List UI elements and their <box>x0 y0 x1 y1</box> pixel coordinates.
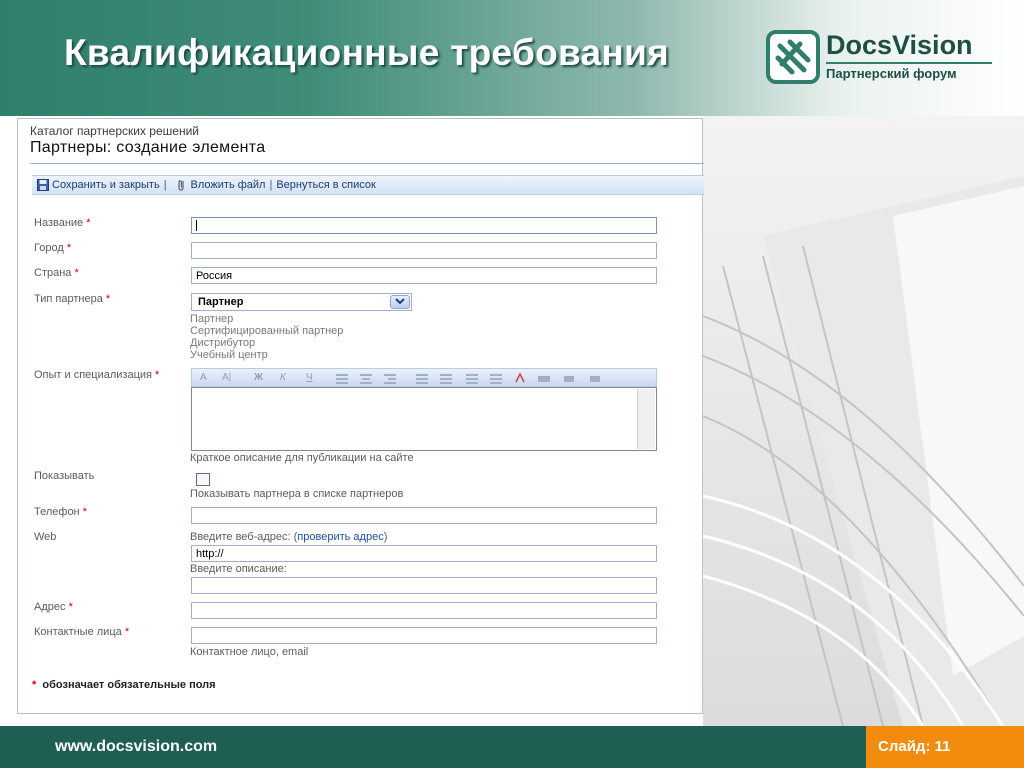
partner-type-label: Тип партнера * <box>34 293 110 305</box>
show-label: Показывать <box>34 470 95 482</box>
contacts-label-text: Контактные лица <box>34 626 122 638</box>
partner-type-option: Дистрибутор <box>190 337 256 349</box>
name-label-text: Название <box>34 217 84 229</box>
form-toolbar: Сохранить и закрыть | Вложить файл | Вер… <box>32 175 704 195</box>
page-title: Партнеры: создание элемента <box>30 139 266 156</box>
web-description-input[interactable] <box>191 577 657 594</box>
required-asterisk: * <box>82 506 87 518</box>
rich-text-toolbar: A A| Ж К Ч <box>191 368 657 387</box>
partner-type-select[interactable]: Партнер <box>191 293 412 311</box>
footer-url[interactable]: www.docsvision.com <box>55 738 217 756</box>
show-hint: Показывать партнера в списке партнеров <box>190 488 404 500</box>
required-asterisk: * <box>86 217 91 229</box>
bold-icon[interactable]: Ж <box>254 372 263 383</box>
web-hint-suffix: ) <box>383 531 388 543</box>
docsvision-logo-icon <box>766 30 820 84</box>
check-address-link[interactable]: проверить адрес <box>297 531 383 543</box>
name-label: Название * <box>34 217 91 229</box>
required-asterisk: * <box>32 679 37 691</box>
breadcrumb[interactable]: Каталог партнерских решений <box>30 124 199 138</box>
slide-number: Слайд: 11 <box>866 726 1024 768</box>
back-to-list-button[interactable]: Вернуться в список <box>276 179 375 191</box>
contacts-input[interactable] <box>191 627 657 644</box>
font-icon[interactable]: A <box>200 372 207 383</box>
textarea-scrollbar[interactable] <box>637 389 655 449</box>
address-label-text: Адрес <box>34 601 66 613</box>
screenshot-panel: Каталог партнерских решений Партнеры: со… <box>17 118 704 714</box>
name-input[interactable] <box>191 217 657 234</box>
partner-type-option: Учебный центр <box>190 349 268 361</box>
underline-icon[interactable]: Ч <box>306 372 313 383</box>
country-label-text: Страна <box>34 267 72 279</box>
logo-divider <box>826 62 992 64</box>
slide-header: Квалификационные требования DocsVision П… <box>0 0 1024 116</box>
country-input[interactable]: Россия <box>191 267 657 284</box>
phone-label: Телефон * <box>34 506 87 518</box>
web-label: Web <box>34 531 57 543</box>
docsvision-logo: DocsVision Партнерский форум <box>766 28 996 88</box>
city-label-text: Город <box>34 242 64 254</box>
web-url-input[interactable]: http:// <box>191 545 657 562</box>
partner-type-option: Партнер <box>190 313 234 325</box>
title-divider <box>30 163 704 164</box>
background-architecture-image <box>703 116 1024 726</box>
required-note-text: обозначает обязательные поля <box>42 679 216 691</box>
phone-input[interactable] <box>191 507 657 524</box>
save-icon <box>37 179 49 191</box>
toolbar-separator: | <box>269 179 273 191</box>
partner-type-selected: Партнер <box>198 296 244 308</box>
text-cursor <box>196 220 197 231</box>
toolbar-separator: | <box>163 179 167 191</box>
experience-label: Опыт и специализация * <box>34 369 159 381</box>
required-asterisk: * <box>74 267 79 279</box>
required-asterisk: * <box>68 601 73 613</box>
attach-file-button[interactable]: Вложить файл <box>191 179 266 191</box>
experience-hint: Краткое описание для публикации на сайте <box>190 452 414 464</box>
experience-textarea[interactable] <box>191 387 657 451</box>
slide-title: Квалификационные требования <box>64 32 670 73</box>
paperclip-icon <box>176 179 188 191</box>
country-label: Страна * <box>34 267 79 279</box>
address-label: Адрес * <box>34 601 73 613</box>
logo-name: DocsVision <box>826 30 973 60</box>
partner-type-label-text: Тип партнера <box>34 293 103 305</box>
save-and-close-button[interactable]: Сохранить и закрыть <box>52 179 160 191</box>
required-asterisk: * <box>155 369 160 381</box>
contacts-hint: Контактное лицо, email <box>190 646 309 658</box>
required-asterisk: * <box>124 626 130 638</box>
slide-footer: www.docsvision.com Слайд: 11 <box>0 726 1024 768</box>
required-asterisk: * <box>105 293 111 305</box>
partner-type-option: Сертифицированный партнер <box>190 325 344 337</box>
web-hint-text: Введите веб-адрес: ( <box>190 531 298 543</box>
show-partner-checkbox[interactable] <box>196 473 210 486</box>
required-note: * обозначает обязательные поля <box>32 679 216 691</box>
city-label: Город * <box>34 242 71 254</box>
experience-label-text: Опыт и специализация <box>34 369 152 381</box>
contacts-label: Контактные лица * <box>34 626 129 638</box>
city-input[interactable] <box>191 242 657 259</box>
web-description-hint: Введите описание: <box>190 563 287 575</box>
web-hint: Введите веб-адрес: (проверить адрес) <box>190 531 387 543</box>
italic-icon[interactable]: К <box>280 372 286 383</box>
logo-subtitle: Партнерский форум <box>826 66 957 81</box>
address-input[interactable] <box>191 602 657 619</box>
phone-label-text: Телефон <box>34 506 80 518</box>
required-asterisk: * <box>66 242 72 254</box>
formatting-icons <box>336 372 600 384</box>
font-size-icon[interactable]: A| <box>222 372 231 383</box>
chevron-down-icon[interactable] <box>390 295 410 309</box>
